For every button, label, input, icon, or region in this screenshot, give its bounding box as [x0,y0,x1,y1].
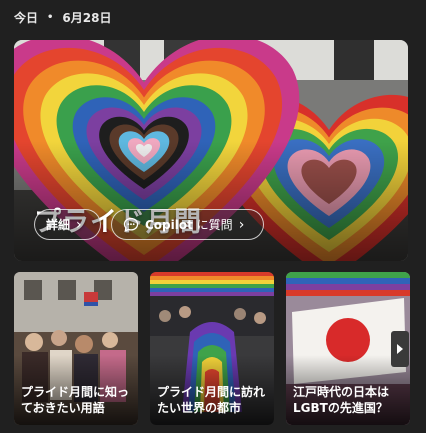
ask-copilot-button[interactable]: Copilot に質問 › [111,209,264,240]
details-label: 詳細 [46,218,71,232]
carousel-next-button[interactable] [391,331,409,367]
today-label: 今日 [14,11,39,25]
chevron-right-icon: › [238,216,245,233]
details-button[interactable]: 詳細 › [34,209,101,240]
copilot-label: Copilot に質問 [145,216,233,233]
card-title: プライド月間に訪れたい世界の都市 [157,385,266,415]
separator-dot: • [47,12,54,23]
chat-bubble-icon [123,217,139,232]
chevron-right-icon: › [76,216,82,233]
card-title: 江戸時代の日本はLGBTの先進国？ [293,385,390,415]
caret-right-icon [397,344,403,354]
copilot-name: Copilot [145,218,193,232]
article-card[interactable]: プライド月間に知っておきたい用語 [14,272,138,425]
date-header: 今日 • 6月28日 [14,9,111,26]
article-card[interactable]: プライド月間に訪れたい世界の都市 [150,272,274,425]
card-title: プライド月間に知っておきたい用語 [21,385,130,415]
date-label: 6月28日 [62,11,112,25]
copilot-suffix: に質問 [192,218,233,232]
